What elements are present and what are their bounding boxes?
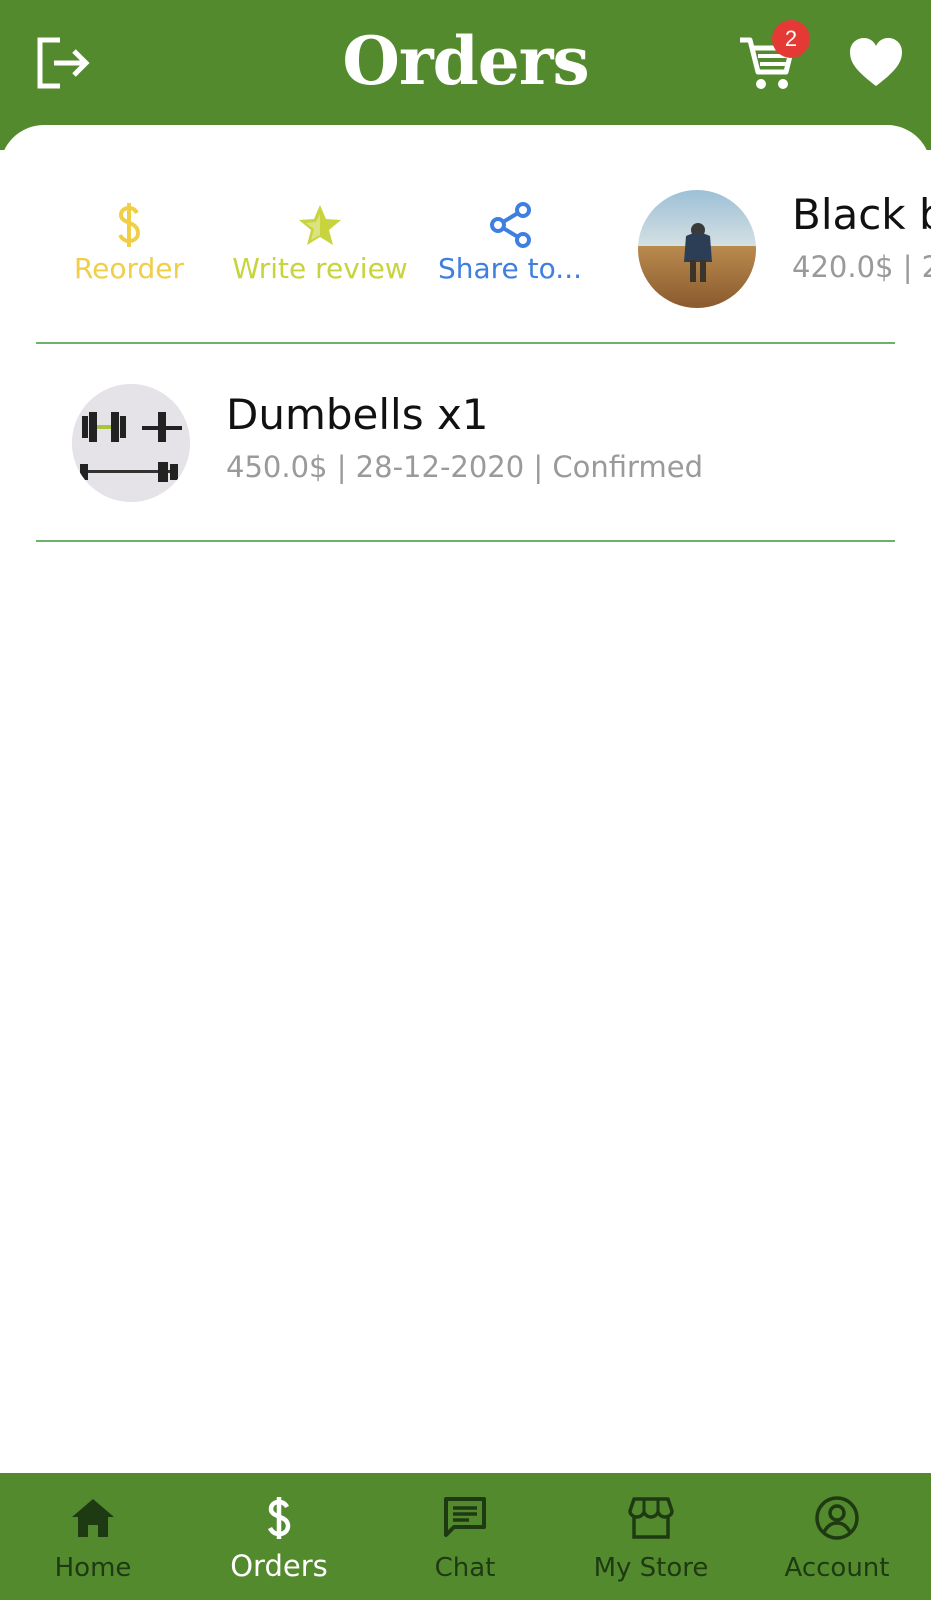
dumbbell-image (72, 384, 190, 502)
divider (36, 342, 895, 344)
nav-label: Home (54, 1553, 132, 1583)
nav-item-account[interactable]: Account (744, 1473, 930, 1600)
dollar-icon (118, 203, 141, 247)
field-photo (638, 190, 756, 308)
order-thumbnail-photo[interactable] (638, 190, 756, 308)
nav-label: Orders (230, 1549, 328, 1583)
store-icon (628, 1497, 674, 1539)
share-label: Share to... (437, 252, 583, 285)
nav-item-chat[interactable]: Chat (372, 1473, 558, 1600)
write-review-label: Write review (232, 252, 408, 285)
divider (36, 540, 895, 542)
order-meta: 450.0$ | 28-12-2020 | Confirmed (226, 450, 703, 484)
dollar-icon (267, 1497, 291, 1539)
order-thumbnail-dumbbells[interactable] (72, 384, 190, 502)
cart-badge: 2 (772, 20, 810, 58)
star-icon (299, 205, 341, 245)
nav-label: My Store (593, 1553, 709, 1583)
chat-icon (444, 1497, 486, 1537)
nav-item-orders[interactable]: Orders (186, 1473, 372, 1600)
content-sheet (0, 125, 931, 1473)
heart-icon[interactable] (848, 36, 904, 90)
reorder-label: Reorder (73, 252, 185, 285)
write-review-button[interactable]: Write review (230, 202, 410, 285)
account-icon (815, 1496, 859, 1540)
nav-label: Account (784, 1553, 890, 1583)
home-icon (72, 1499, 114, 1537)
order-meta: 420.0$ | 2 (792, 250, 931, 284)
order-title: Dumbells x1 (226, 390, 489, 439)
reorder-button[interactable]: Reorder (64, 202, 194, 285)
share-button[interactable]: Share to... (430, 202, 590, 285)
order-title: Black b (792, 190, 931, 239)
share-icon (490, 202, 531, 248)
nav-item-home[interactable]: Home (0, 1473, 186, 1600)
nav-label: Chat (434, 1553, 496, 1583)
nav-item-my-store[interactable]: My Store (558, 1473, 744, 1600)
bottom-nav: Home Orders Chat My Store Account (0, 1473, 931, 1600)
